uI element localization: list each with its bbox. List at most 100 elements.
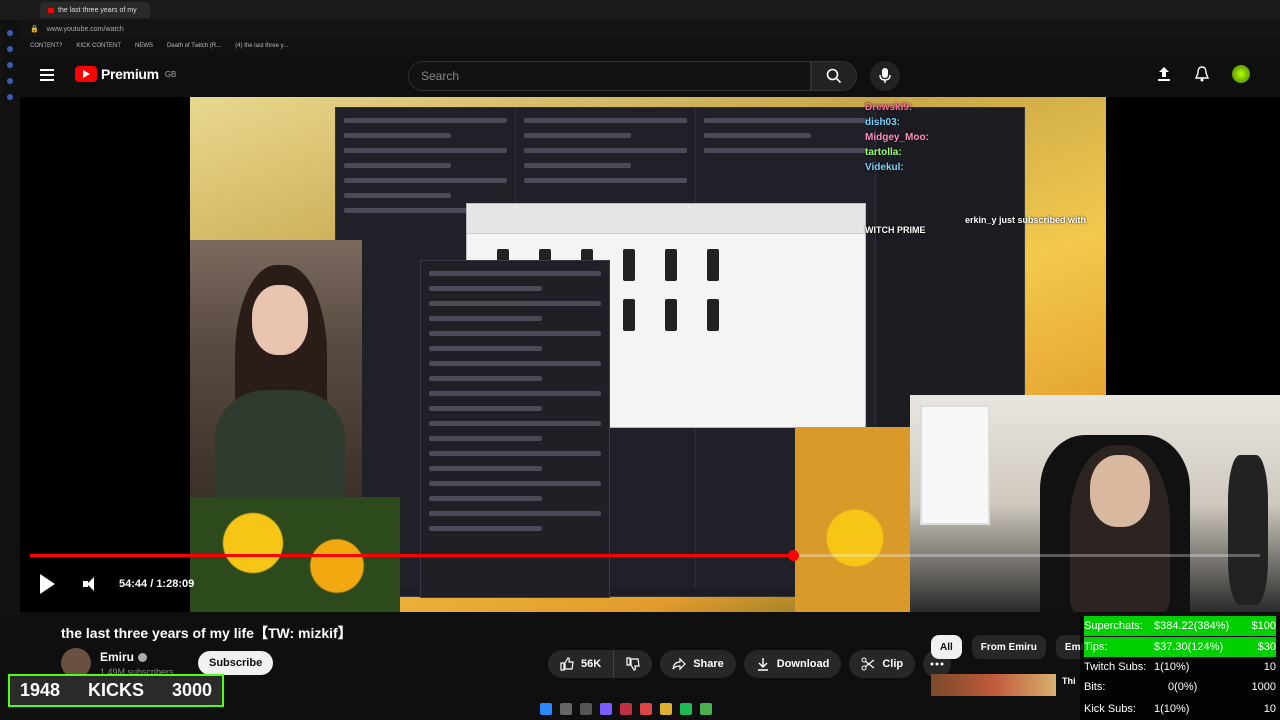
- recommended-video-title[interactable]: Thi: [1062, 676, 1076, 686]
- header-actions: [1156, 65, 1250, 83]
- streamer-webcam: [190, 240, 362, 498]
- clip-button[interactable]: Clip: [849, 650, 916, 678]
- os-taskbar: [540, 700, 712, 718]
- time-current: 54:44: [119, 578, 148, 590]
- bookmark-item[interactable]: KICK CONTENT: [76, 43, 121, 49]
- download-button[interactable]: Download: [743, 650, 842, 678]
- verified-badge-icon: [138, 653, 148, 663]
- like-dislike-group: 56K: [548, 650, 653, 678]
- browser-tab-bar: the last three years of my: [0, 0, 1280, 20]
- play-icon[interactable]: [40, 574, 55, 594]
- stat-row-superchats: Superchats: $384.22(384%) $100: [1084, 616, 1276, 636]
- dislike-button[interactable]: [614, 650, 653, 678]
- kick-goal-bar: 1948 KICKS 3000: [8, 674, 224, 707]
- app-icon[interactable]: [640, 703, 652, 715]
- player-controls: 54:44 / 1:28:09: [40, 574, 194, 594]
- hamburger-menu-icon[interactable]: [40, 69, 54, 81]
- stat-value: $384.22(384%): [1154, 620, 1230, 632]
- kick-label: KICKS: [87, 680, 144, 700]
- stat-goal: $30: [1257, 641, 1276, 653]
- search-icon[interactable]: [560, 703, 572, 715]
- sunflower-overlay: [795, 427, 915, 612]
- overlay-chat-name: Drewski9:: [865, 102, 913, 113]
- subscription-alert: erkin_y just subscribed with WITCH PRIME: [865, 215, 1086, 235]
- like-button[interactable]: 56K: [548, 650, 615, 678]
- sub-alert-line: WITCH PRIME: [865, 225, 926, 235]
- search-button[interactable]: [811, 61, 857, 91]
- folder-icon[interactable]: [660, 703, 672, 715]
- reactor-webcam: [910, 395, 1280, 612]
- stat-value: 0(0%): [1168, 681, 1198, 693]
- stat-value: 1(10%): [1154, 661, 1190, 673]
- browser-icon[interactable]: [620, 703, 632, 715]
- account-avatar[interactable]: [1232, 65, 1250, 83]
- bookmarks-bar: CONTENT? KICK CONTENT NEWS Death of Twit…: [0, 38, 1280, 54]
- video-progress-bar[interactable]: [30, 550, 1260, 561]
- chip-from-emiru[interactable]: From Emiru: [971, 635, 1046, 659]
- kick-goal: 3000: [171, 680, 212, 700]
- bookmark-item[interactable]: Death of Twitch (R...: [167, 43, 221, 49]
- stat-goal: 1000: [1251, 681, 1276, 693]
- browser-tab-title: the last three years of my: [58, 6, 137, 14]
- stat-label: Tips:: [1084, 641, 1108, 653]
- time-display: 54:44 / 1:28:09: [119, 578, 195, 590]
- stat-label: Twitch Subs:: [1084, 661, 1147, 673]
- sidebar-app-icon[interactable]: [7, 78, 13, 84]
- stream-chat-overlay: Drewski9: dish03: Midgey_Moo: tartolla: …: [865, 102, 1115, 232]
- overlay-chat-name: Midgey_Moo:: [865, 132, 929, 143]
- bookmark-item[interactable]: NEWS: [135, 43, 153, 49]
- microphone-icon: [879, 68, 891, 83]
- sub-alert-line: erkin_y just subscribed with: [965, 215, 1087, 225]
- sidebar-app-icon[interactable]: [7, 30, 13, 36]
- logo-text: Premium: [101, 66, 159, 82]
- video-title: the last three years of my life【TW: mizk…: [61, 625, 352, 641]
- video-player[interactable]: Drewski9: dish03: Midgey_Moo: tartolla: …: [20, 97, 1280, 612]
- search-input[interactable]: Search: [408, 61, 811, 91]
- upload-icon[interactable]: [1156, 66, 1172, 82]
- volume-icon[interactable]: [83, 576, 99, 592]
- browser-tab[interactable]: the last three years of my: [40, 2, 150, 18]
- like-count: 56K: [581, 658, 602, 670]
- donation-goals-overlay: Superchats: $384.22(384%) $100 Tips: $37…: [1080, 616, 1280, 720]
- overlay-chat-name: Videkul:: [865, 162, 904, 173]
- spotify-icon[interactable]: [680, 703, 692, 715]
- bookmark-item[interactable]: (4) the last three y...: [235, 43, 288, 49]
- more-horizontal-icon: [930, 662, 944, 666]
- youtube-premium-logo[interactable]: Premium GB: [75, 66, 176, 82]
- stat-goal: 10: [1263, 661, 1276, 673]
- overlay-chat-name: dish03:: [865, 117, 901, 128]
- browser-sidebar: [0, 20, 20, 620]
- bookmark-item[interactable]: CONTENT?: [30, 43, 62, 49]
- progress-scrubber-handle[interactable]: [787, 550, 799, 561]
- discord-icon[interactable]: [600, 703, 612, 715]
- task-view-icon[interactable]: [580, 703, 592, 715]
- overlay-chat-name: tartolla:: [865, 147, 902, 158]
- video-actions: 56K Share Download Clip: [548, 650, 952, 678]
- stat-row-tips: Tips: $37.30(124%) $30: [1084, 637, 1276, 657]
- share-button[interactable]: Share: [660, 650, 736, 678]
- app-icon[interactable]: [700, 703, 712, 715]
- notifications-bell-icon[interactable]: [1194, 66, 1210, 82]
- lock-icon: 🔒: [30, 26, 39, 33]
- channel-name-text: Emiru: [100, 650, 135, 664]
- recommended-video-thumbnail[interactable]: [931, 674, 1056, 696]
- sidebar-app-icon[interactable]: [7, 46, 13, 52]
- stat-goal: $100: [1251, 620, 1276, 632]
- recommendation-filter-chips: All From Emiru Emiru: [931, 635, 1103, 659]
- subscribe-button[interactable]: Subscribe: [198, 651, 274, 675]
- stat-label: Kick Subs:: [1084, 703, 1136, 715]
- stat-value: $37.30(124%): [1154, 641, 1224, 653]
- stat-goal: 10: [1263, 703, 1276, 715]
- thumbs-down-icon: [626, 657, 640, 671]
- thumbs-up-icon: [560, 657, 574, 671]
- voice-search-button[interactable]: [870, 61, 900, 91]
- channel-name[interactable]: Emiru: [100, 650, 148, 664]
- chip-all[interactable]: All: [931, 635, 962, 659]
- address-bar[interactable]: 🔒 www.youtube.com/watch: [0, 20, 1280, 38]
- search-icon: [826, 68, 842, 84]
- start-menu-icon[interactable]: [540, 703, 552, 715]
- kick-current: 1948: [20, 680, 61, 700]
- sidebar-app-icon[interactable]: [7, 94, 13, 100]
- stat-row-kick-subs: Kick Subs: 1(10%) 10: [1084, 699, 1276, 719]
- sidebar-app-icon[interactable]: [7, 62, 13, 68]
